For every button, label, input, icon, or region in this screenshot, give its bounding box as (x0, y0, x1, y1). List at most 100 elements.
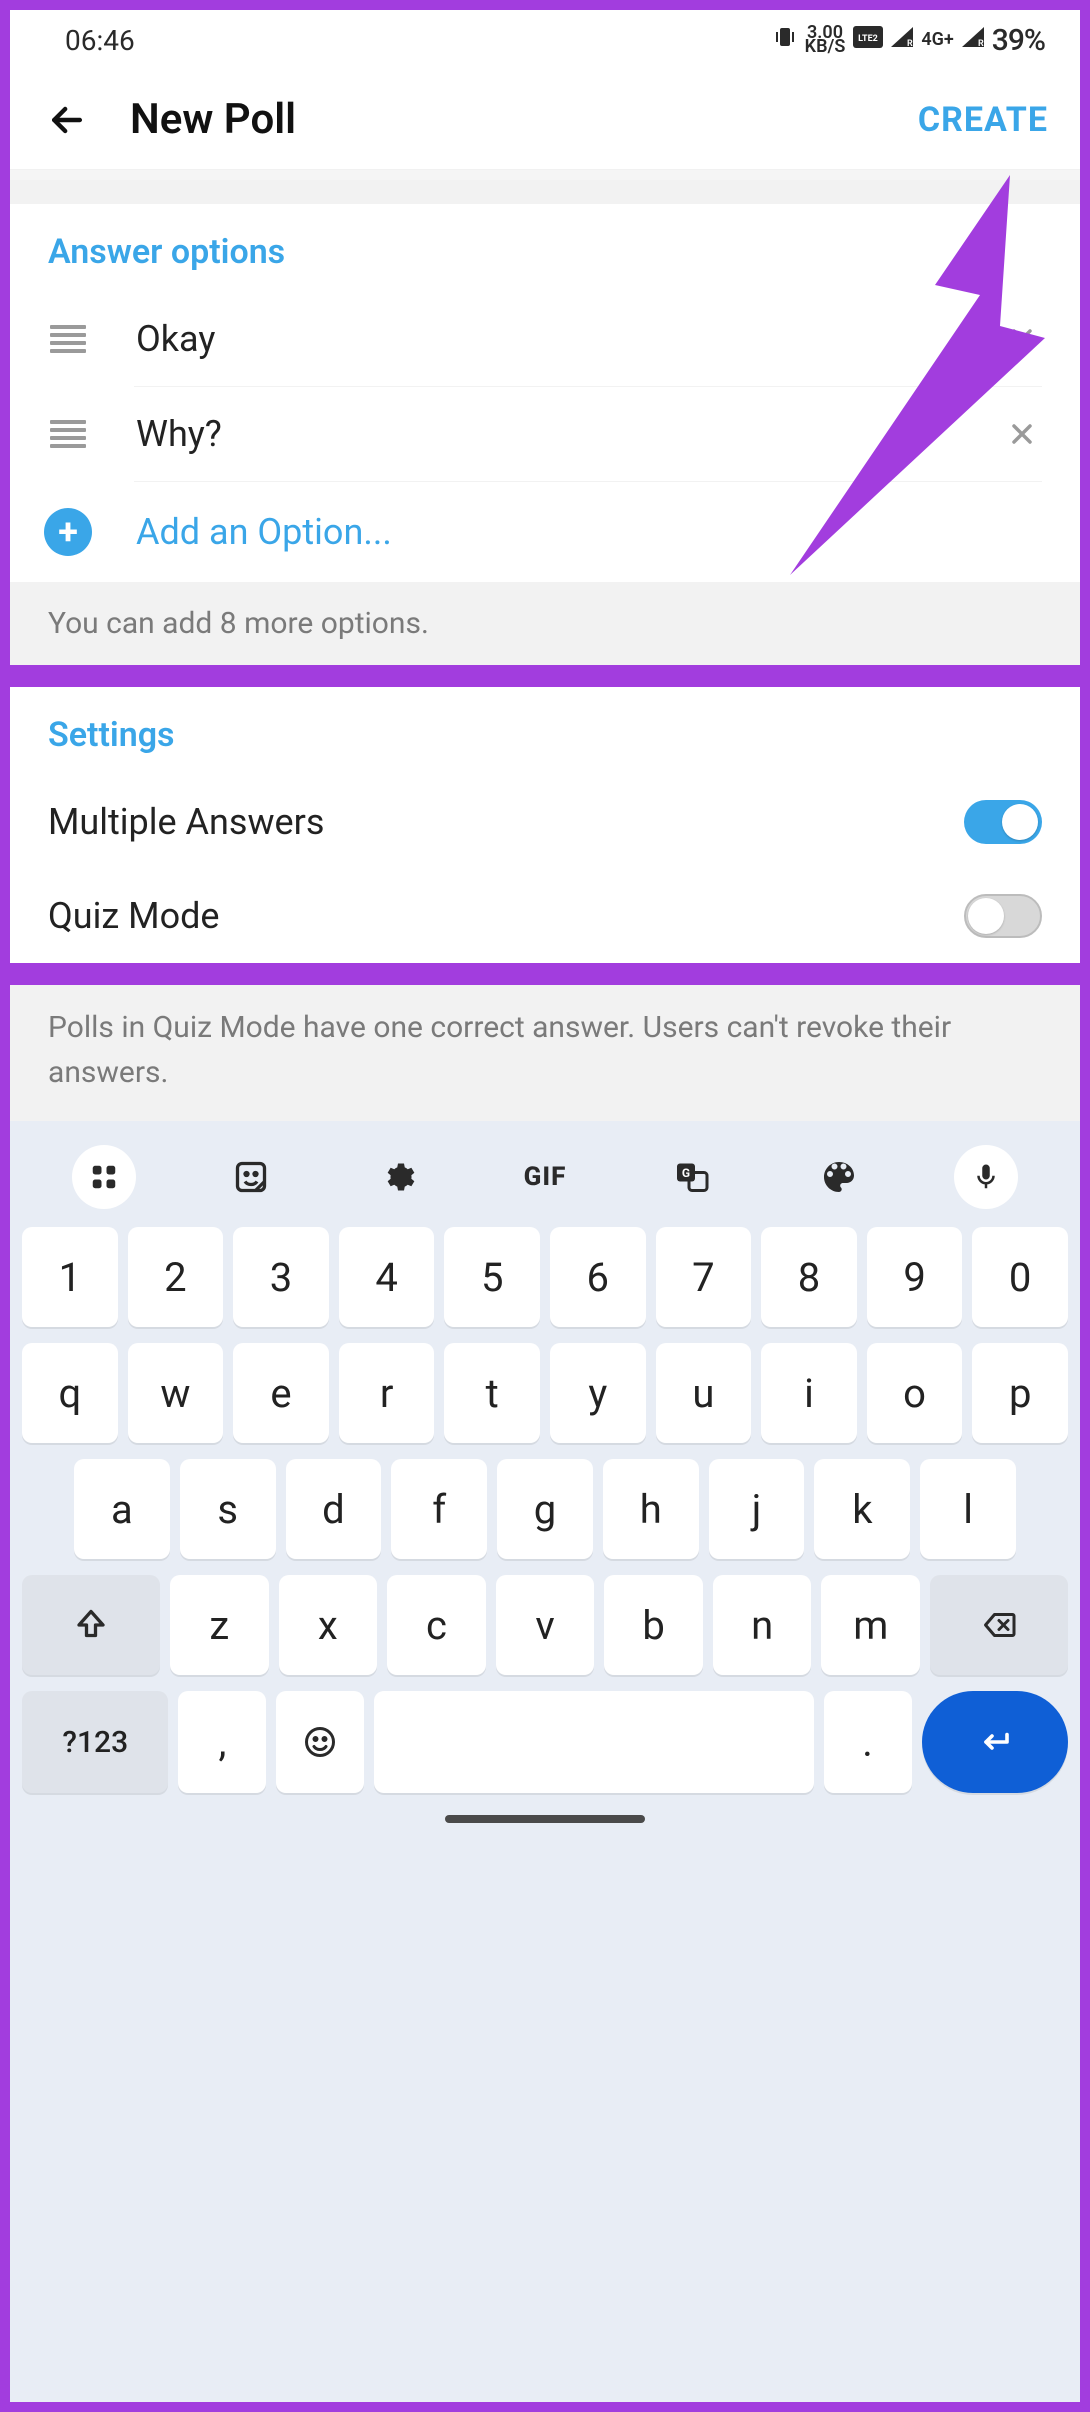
quiz-mode-toggle[interactable] (964, 894, 1042, 938)
key-i[interactable]: i (761, 1343, 857, 1443)
key-5[interactable]: 5 (444, 1227, 540, 1327)
key-period[interactable]: . (824, 1691, 912, 1793)
key-u[interactable]: u (656, 1343, 752, 1443)
key-z[interactable]: z (170, 1575, 269, 1675)
key-numeric[interactable]: ?123 (22, 1691, 168, 1793)
key-f[interactable]: f (391, 1459, 487, 1559)
status-right: 3.00 KB/S LTE2 R 4G+ R 39% (773, 23, 1045, 58)
vibrate-icon (773, 25, 797, 55)
key-m[interactable]: m (821, 1575, 920, 1675)
kb-translate-icon[interactable]: G (660, 1145, 724, 1209)
settings-section: Settings Multiple Answers Quiz Mode (10, 687, 1080, 963)
net-speed-indicator: 3.00 KB/S (805, 26, 846, 55)
keyboard-row-numbers: 1 2 3 4 5 6 7 8 9 0 (22, 1227, 1068, 1327)
battery-percentage: 39% (992, 23, 1045, 58)
key-3[interactable]: 3 (233, 1227, 329, 1327)
key-o[interactable]: o (867, 1343, 963, 1443)
key-l[interactable]: l (920, 1459, 1016, 1559)
drag-handle-icon[interactable] (48, 414, 88, 454)
multiple-answers-row[interactable]: Multiple Answers (48, 775, 1042, 869)
keyboard-row-zxcv: z x c v b n m (22, 1575, 1068, 1675)
key-backspace[interactable] (930, 1575, 1068, 1675)
keyboard-row-asdf: a s d f g h j k l (22, 1459, 1068, 1559)
key-0[interactable]: 0 (972, 1227, 1068, 1327)
key-e[interactable]: e (233, 1343, 329, 1443)
svg-text:LTE2: LTE2 (859, 34, 879, 44)
signal-1-icon: R (891, 27, 913, 53)
net-type: 4G+ (921, 33, 953, 47)
nav-gesture-bar (22, 1809, 1068, 1823)
key-n[interactable]: n (713, 1575, 812, 1675)
volte-icon: LTE2 (853, 26, 883, 54)
key-6[interactable]: 6 (550, 1227, 646, 1327)
key-d[interactable]: d (286, 1459, 382, 1559)
kb-theme-icon[interactable] (807, 1145, 871, 1209)
add-option-label: Add an Option... (136, 511, 392, 553)
key-4[interactable]: 4 (339, 1227, 435, 1327)
remove-option-button[interactable] (1002, 319, 1042, 359)
key-r[interactable]: r (339, 1343, 435, 1443)
options-remaining-hint: You can add 8 more options. (10, 582, 1080, 665)
add-option-button[interactable]: + Add an Option... (48, 482, 1042, 582)
key-j[interactable]: j (709, 1459, 805, 1559)
option-row[interactable]: Okay (48, 292, 1042, 386)
key-p[interactable]: p (972, 1343, 1068, 1443)
key-x[interactable]: x (279, 1575, 378, 1675)
key-q[interactable]: q (22, 1343, 118, 1443)
nav-hint-pill (445, 1815, 645, 1823)
svg-text:R: R (978, 39, 984, 47)
key-k[interactable]: k (814, 1459, 910, 1559)
key-g[interactable]: g (497, 1459, 593, 1559)
key-emoji[interactable] (276, 1691, 364, 1793)
drag-handle-icon[interactable] (48, 319, 88, 359)
svg-text:R: R (907, 39, 913, 47)
key-9[interactable]: 9 (867, 1227, 963, 1327)
multiple-answers-label: Multiple Answers (48, 801, 324, 843)
key-t[interactable]: t (444, 1343, 540, 1443)
key-b[interactable]: b (604, 1575, 703, 1675)
quiz-mode-hint: Polls in Quiz Mode have one correct answ… (10, 985, 1080, 1121)
answer-options-section: Answer options Okay Why? + Add an Option… (10, 204, 1080, 582)
option-row[interactable]: Why? (48, 387, 1042, 481)
option-text[interactable]: Okay (136, 318, 1002, 360)
kb-sticker-icon[interactable] (219, 1145, 283, 1209)
key-c[interactable]: c (387, 1575, 486, 1675)
keyboard: GIF G 1 2 3 4 5 6 7 8 9 0 q w e (10, 1121, 1080, 2402)
key-v[interactable]: v (496, 1575, 595, 1675)
keyboard-row-qwerty: q w e r t y u i o p (22, 1343, 1068, 1443)
key-shift[interactable] (22, 1575, 160, 1675)
quiz-mode-row[interactable]: Quiz Mode (48, 869, 1042, 963)
key-w[interactable]: w (128, 1343, 224, 1443)
key-y[interactable]: y (550, 1343, 646, 1443)
option-text[interactable]: Why? (136, 413, 1002, 455)
signal-2-icon: R (962, 27, 984, 53)
keyboard-row-bottom: ?123 , . (22, 1691, 1068, 1793)
key-7[interactable]: 7 (656, 1227, 752, 1327)
key-s[interactable]: s (180, 1459, 276, 1559)
answer-options-header: Answer options (48, 232, 1042, 272)
key-a[interactable]: a (74, 1459, 170, 1559)
app-bar: New Poll CREATE (10, 70, 1080, 170)
kb-apps-icon[interactable] (72, 1145, 136, 1209)
svg-text:G: G (682, 1166, 690, 1180)
key-comma[interactable]: , (178, 1691, 266, 1793)
back-button[interactable] (42, 95, 92, 145)
create-button[interactable]: CREATE (918, 100, 1048, 140)
quiz-mode-label: Quiz Mode (48, 895, 220, 937)
key-1[interactable]: 1 (22, 1227, 118, 1327)
kb-mic-icon[interactable] (954, 1145, 1018, 1209)
key-8[interactable]: 8 (761, 1227, 857, 1327)
multiple-answers-toggle[interactable] (964, 800, 1042, 844)
plus-icon: + (44, 508, 92, 556)
key-h[interactable]: h (603, 1459, 699, 1559)
remove-option-button[interactable] (1002, 414, 1042, 454)
key-enter[interactable] (922, 1691, 1068, 1793)
kb-settings-icon[interactable] (366, 1145, 430, 1209)
page-title: New Poll (130, 95, 918, 144)
status-bar: 06:46 3.00 KB/S LTE2 R 4G+ R 39% (10, 10, 1080, 70)
key-space[interactable] (374, 1691, 813, 1793)
kb-gif-button[interactable]: GIF (513, 1145, 577, 1209)
key-2[interactable]: 2 (128, 1227, 224, 1327)
status-time: 06:46 (65, 24, 135, 57)
keyboard-toolbar: GIF G (22, 1133, 1068, 1227)
